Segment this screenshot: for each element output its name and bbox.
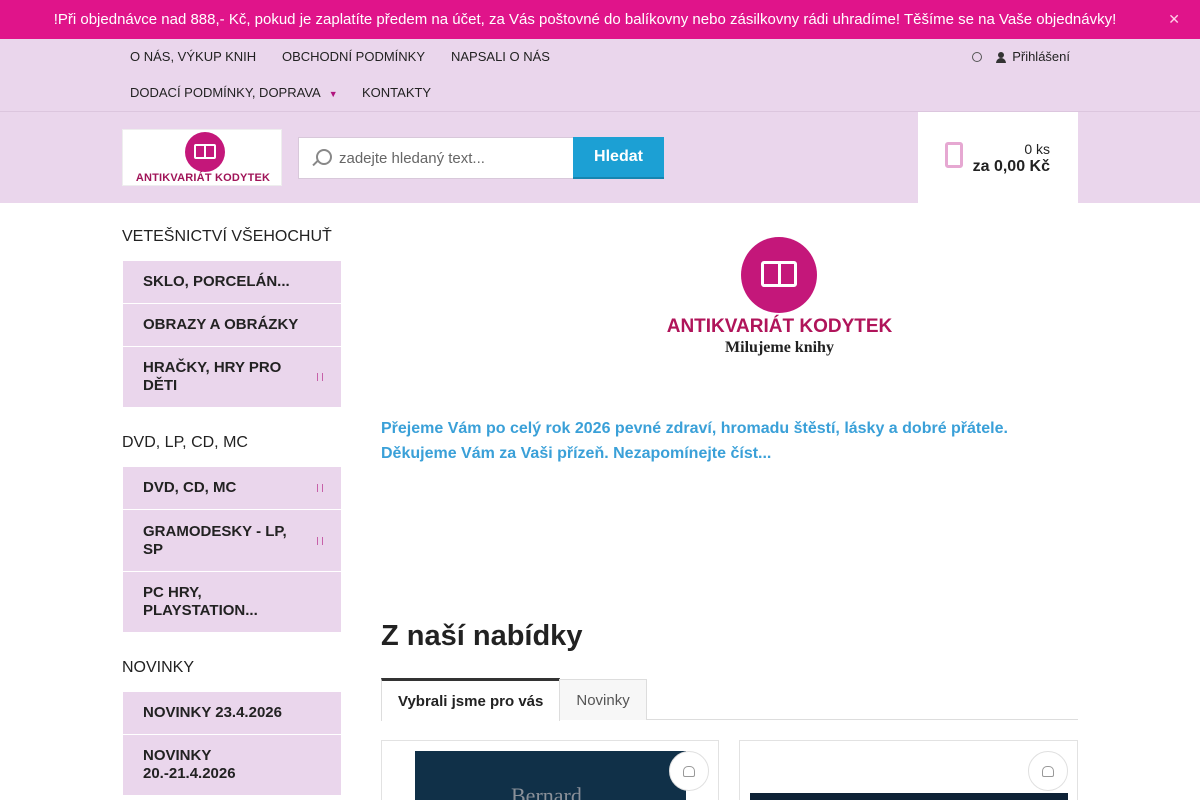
search-icon xyxy=(311,148,332,168)
greeting-line: Děkujeme Vám za Vaši přízeň. Nezapomínej… xyxy=(381,445,772,462)
sidebar-item-pictures[interactable]: OBRAZY A OBRÁZKY xyxy=(123,304,341,347)
login-link[interactable]: Přihlášení xyxy=(996,49,1070,64)
wishlist-button[interactable] xyxy=(669,751,709,791)
product-image[interactable] xyxy=(750,793,1068,800)
sidebar-item-pc-games[interactable]: PC HRY, PLAYSTATION... xyxy=(123,572,341,633)
tab-new[interactable]: Novinky xyxy=(559,679,647,720)
close-icon[interactable]: ✕ xyxy=(1168,11,1180,28)
sidebar-item-label: GRAMODESKY - LP, SP xyxy=(143,522,287,558)
chevron-down-icon: ▼ xyxy=(328,89,338,99)
sidebar-item-toys-games[interactable]: HRAČKY, HRY PRO DĚTI xyxy=(123,347,341,408)
expand-icon[interactable] xyxy=(317,373,323,381)
heart-icon xyxy=(1042,765,1054,777)
sidebar-section-title: VETEŠNICTVÍ VŠEHOCHUŤ xyxy=(122,228,332,245)
sidebar-category-list: DVD, CD, MC GRAMODESKY - LP, SP PC HRY, … xyxy=(123,467,341,633)
wishlist-button[interactable] xyxy=(1028,751,1068,791)
expand-icon[interactable] xyxy=(317,536,323,545)
sidebar-item-glass-porcelain[interactable]: SKLO, PORCELÁN... xyxy=(123,261,341,304)
site-header: ANTIKVARIÁT KODYTEK Hledat 0 ks za 0,00 … xyxy=(0,111,1200,203)
top-navigation: O nás, výkup knih Obchodní podmínky Naps… xyxy=(0,39,1200,111)
book-icon xyxy=(194,144,216,159)
sidebar-section-title: DVD, LP, CD, MC xyxy=(122,434,248,451)
sidebar-item-label: NOVINKY 20.-21.4.2026 xyxy=(143,747,236,782)
search-box xyxy=(298,137,573,179)
sidebar-item-label: SKLO, PORCELÁN... xyxy=(143,273,290,290)
promo-notice-text: !Při objednávce nad 888,- Kč, pokud je z… xyxy=(53,11,1117,28)
sidebar-item-dvd-cd-mc[interactable]: DVD, CD, MC xyxy=(123,467,341,510)
greeting-message: Přejeme Vám po celý rok 2026 pevné zdrav… xyxy=(381,416,1008,466)
greeting-line: Přejeme Vám po celý rok 2026 pevné zdrav… xyxy=(381,420,1008,437)
sidebar-item-news-2[interactable]: NOVINKY 20.-21.4.2026 xyxy=(123,735,341,796)
heart-icon xyxy=(683,765,695,777)
nav-item-terms[interactable]: Obchodní podmínky xyxy=(282,49,425,64)
sidebar-item-label: PC HRY, PLAYSTATION... xyxy=(143,584,258,619)
nav-item-delivery-label: Dodací podmínky, doprava xyxy=(130,85,321,100)
sidebar-section-title: NOVINKY xyxy=(122,659,195,676)
sidebar-item-label: HRAČKY, HRY PRO DĚTI xyxy=(143,359,282,394)
sidebar-item-label: NOVINKY 23.4.2026 xyxy=(143,704,282,721)
cart-count: 0 ks xyxy=(1024,141,1050,157)
offer-tabs: Vybrali jsme pro vás Novinky xyxy=(381,678,1078,721)
sidebar-item-label: OBRAZY A OBRÁZKY xyxy=(143,316,299,333)
product-cover-text: Bernard xyxy=(511,783,582,800)
cart-icon xyxy=(945,142,963,168)
site-logo[interactable]: ANTIKVARIÁT KODYTEK xyxy=(122,129,282,186)
login-label: Přihlášení xyxy=(1012,49,1070,64)
nav-item-contacts[interactable]: Kontakty xyxy=(362,85,431,100)
promo-notice-bar: !Při objednávce nad 888,- Kč, pokud je z… xyxy=(0,0,1200,39)
sidebar-item-news-1[interactable]: NOVINKY 23.4.2026 xyxy=(123,692,341,735)
top-right-tools: Přihlášení xyxy=(972,49,1070,64)
expand-icon[interactable] xyxy=(317,484,323,492)
offer-heading: Z naší nabídky xyxy=(381,620,583,652)
search-input[interactable] xyxy=(339,149,559,167)
sidebar-item-vinyl[interactable]: GRAMODESKY - LP, SP xyxy=(123,510,341,572)
cart-widget[interactable]: 0 ks za 0,00 Kč xyxy=(918,112,1078,203)
sidebar-item-label: DVD, CD, MC xyxy=(143,479,237,496)
nav-item-about[interactable]: O nás, výkup knih xyxy=(130,49,256,64)
product-image[interactable]: Bernard xyxy=(415,751,686,800)
cart-total: za 0,00 Kč xyxy=(972,158,1050,175)
sidebar-category-list: NOVINKY 23.4.2026 NOVINKY 20.-21.4.2026 xyxy=(123,692,341,796)
hero-logo: ANTIKVARIÁT KODYTEK Milujeme knihy xyxy=(657,237,902,362)
logo-text: ANTIKVARIÁT KODYTEK xyxy=(135,172,271,184)
nav-item-delivery[interactable]: Dodací podmínky, doprava ▼ xyxy=(130,85,338,100)
sidebar-category-list: SKLO, PORCELÁN... OBRAZY A OBRÁZKY HRAČK… xyxy=(123,261,341,408)
nav-item-press[interactable]: Napsali o nás xyxy=(451,49,550,64)
search-button[interactable]: Hledat xyxy=(573,137,664,179)
globe-icon[interactable] xyxy=(972,51,983,62)
search-form: Hledat xyxy=(298,137,664,179)
hero-logo-name: ANTIKVARIÁT KODYTEK xyxy=(666,316,893,337)
hero-logo-circle xyxy=(741,237,817,313)
tab-recommended[interactable]: Vybrali jsme pro vás xyxy=(381,678,561,721)
user-icon xyxy=(996,51,1007,63)
product-card[interactable] xyxy=(739,740,1078,800)
book-icon xyxy=(761,261,797,287)
product-card[interactable]: Bernard xyxy=(381,740,719,800)
logo-circle xyxy=(185,132,225,172)
hero-logo-tagline: Milujeme knihy xyxy=(725,339,834,356)
